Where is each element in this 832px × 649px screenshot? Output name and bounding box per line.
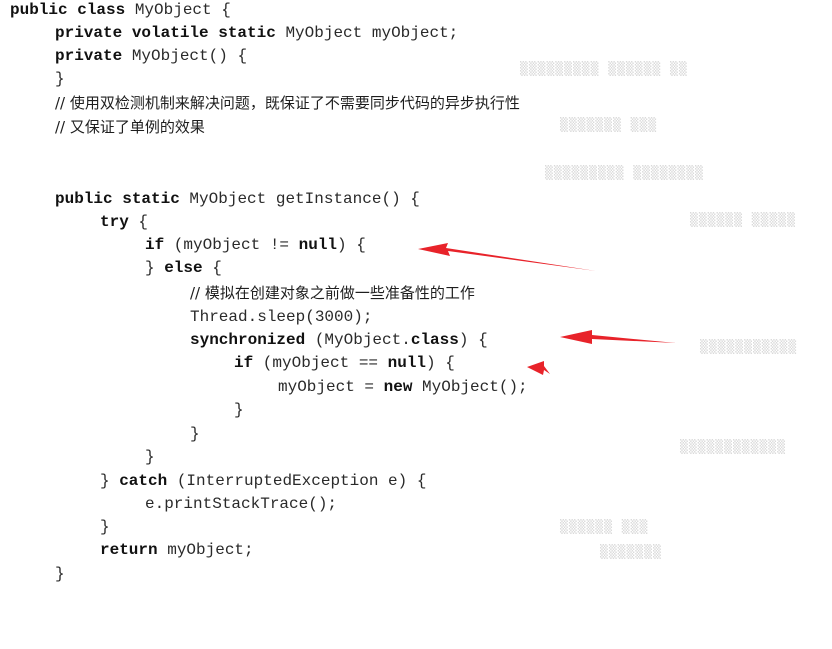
code-text: MyObject getInstance() { xyxy=(179,190,420,208)
code-keyword: if xyxy=(145,236,165,254)
code-keyword: new xyxy=(383,378,413,396)
code-line: } xyxy=(145,447,155,467)
code-text: MyObject() { xyxy=(122,47,248,65)
code-keyword: class xyxy=(410,331,459,349)
code-text: (InterruptedException e) { xyxy=(167,472,427,490)
code-line: e.printStackTrace(); xyxy=(145,494,337,514)
show-through-text: ▒▒▒▒▒▒▒▒▒▒▒ xyxy=(700,340,798,355)
code-keyword: try xyxy=(100,213,129,231)
code-line: private MyObject() { xyxy=(55,46,247,66)
code-keyword: return xyxy=(100,541,158,559)
code-text: e.printStackTrace(); xyxy=(145,495,338,513)
code-line: return myObject; xyxy=(100,540,254,560)
code-keyword: else xyxy=(164,259,203,277)
red-arrow-icon xyxy=(527,361,550,375)
code-keyword: private xyxy=(55,47,123,65)
show-through-text: ▒▒▒▒▒▒ ▒▒▒ xyxy=(560,520,649,535)
code-keyword: null xyxy=(298,236,338,254)
code-keyword: null xyxy=(387,354,427,372)
code-keyword: catch xyxy=(119,472,168,490)
code-text: MyObject(); xyxy=(412,378,528,396)
code-comment: // 又保证了单例的效果 xyxy=(55,118,205,136)
code-text: } xyxy=(145,448,155,466)
code-line: try { xyxy=(100,212,148,232)
code-text: ) { xyxy=(458,331,488,349)
show-through-text: ▒▒▒▒▒▒▒▒▒▒▒▒ xyxy=(680,440,786,455)
code-text: (myObject == xyxy=(253,354,388,372)
book-page-scan: ▒▒▒▒▒▒▒▒▒ ▒▒▒▒▒▒ ▒▒ ▒▒▒▒▒▒▒ ▒▒▒ ▒▒▒▒▒▒▒▒… xyxy=(0,0,832,649)
code-line: public class MyObject { xyxy=(10,0,231,20)
code-line: } catch (InterruptedException e) { xyxy=(100,471,426,491)
code-keyword: synchronized xyxy=(190,331,306,349)
code-text: ) { xyxy=(426,354,455,372)
code-keyword: if xyxy=(234,354,254,372)
code-text: } xyxy=(100,472,120,490)
code-line: if (myObject == null) { xyxy=(234,353,455,373)
code-comment: // 模拟在创建对象之前做一些准备性的工作 xyxy=(190,284,475,302)
code-comment: // 使用双检测机制来解决问题，既保证了不需要同步代码的异步执行性 xyxy=(55,94,520,112)
code-text: } xyxy=(145,259,165,277)
code-line: if (myObject != null) { xyxy=(145,235,366,255)
code-line: public static MyObject getInstance() { xyxy=(55,189,420,209)
red-arrow-icon xyxy=(560,330,676,344)
code-text: } xyxy=(190,425,200,443)
code-text: { xyxy=(128,213,149,231)
code-text: } xyxy=(55,70,65,88)
code-keyword: public static xyxy=(55,190,180,208)
show-through-text: ▒▒▒▒▒▒▒ ▒▒▒ xyxy=(560,118,658,133)
code-text: } xyxy=(234,401,244,419)
code-keyword: public class xyxy=(10,1,126,19)
code-line: } xyxy=(234,400,244,420)
show-through-text: ▒▒▒▒▒▒▒▒▒ ▒▒▒▒▒▒▒▒ xyxy=(545,166,704,181)
code-line: } else { xyxy=(145,258,222,278)
code-line: } xyxy=(55,69,65,89)
show-through-text: ▒▒▒▒▒▒▒ xyxy=(600,545,662,560)
code-text: Thread.sleep(3000); xyxy=(190,308,373,326)
code-line: } xyxy=(100,517,110,537)
code-text: } xyxy=(100,518,110,536)
code-text: (myObject != xyxy=(164,236,299,254)
code-text: MyObject myObject; xyxy=(275,24,459,42)
code-line: synchronized (MyObject.class) { xyxy=(190,330,488,350)
code-line: } xyxy=(190,424,200,444)
code-line: } xyxy=(55,564,65,584)
show-through-text: ▒▒▒▒▒▒▒▒▒ ▒▒▒▒▒▒ ▒▒ xyxy=(520,62,688,77)
code-line: myObject = new MyObject(); xyxy=(278,377,528,397)
code-text: ) { xyxy=(337,236,366,254)
red-arrow-icon xyxy=(418,243,596,271)
code-text: { xyxy=(202,259,222,277)
code-text: } xyxy=(55,565,65,583)
code-text: myObject = xyxy=(278,378,384,396)
code-text: MyObject { xyxy=(125,1,231,19)
code-line: Thread.sleep(3000); xyxy=(190,307,372,327)
code-text: myObject; xyxy=(157,541,254,559)
show-through-text: ▒▒▒▒▒▒ ▒▒▒▒▒ xyxy=(690,213,796,228)
code-text: (MyObject. xyxy=(305,331,411,349)
code-keyword: private volatile static xyxy=(55,24,276,42)
code-line: private volatile static MyObject myObjec… xyxy=(55,23,458,43)
